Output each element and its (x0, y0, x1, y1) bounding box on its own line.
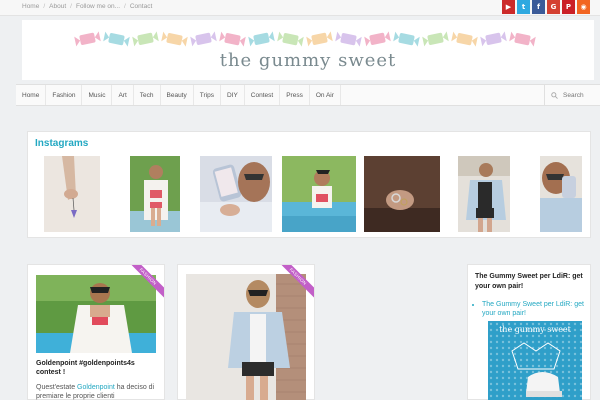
nav-item-contest[interactable]: Contest (245, 85, 281, 105)
twitter-icon[interactable]: t (517, 0, 530, 14)
youtube-icon[interactable]: ▶ (502, 0, 515, 14)
category-ribbon[interactable]: FASHION (280, 265, 314, 299)
nav-item-on-air[interactable]: On Air (310, 85, 341, 105)
instagram-photo[interactable] (540, 156, 582, 232)
separator: / (70, 3, 72, 10)
widget-image[interactable]: the gummy sweet (488, 321, 582, 400)
nav-item-trips[interactable]: Trips (194, 85, 221, 105)
top-bar: Home / About / Follow me on... / Contact… (0, 0, 600, 16)
rss-icon[interactable]: ◉ (577, 0, 590, 14)
sidebar-widget: The Gummy Sweet per LdiR: get your own p… (467, 264, 591, 400)
post-link[interactable]: Goldenpoint (77, 384, 115, 391)
google-plus-icon[interactable]: G (547, 0, 560, 14)
separator: / (124, 3, 126, 10)
search-icon[interactable] (551, 91, 558, 99)
main-nav: Home Fashion Music Art Tech Beauty Trips… (16, 84, 600, 106)
search-box (544, 85, 600, 105)
top-link-follow[interactable]: Follow me on... (76, 3, 120, 10)
top-link-home[interactable]: Home (22, 3, 39, 10)
nav-item-home[interactable]: Home (16, 85, 47, 105)
widget-title: The Gummy Sweet per LdiR: get your own p… (475, 273, 583, 291)
instagram-widget: Instagrams (27, 131, 591, 238)
post-card[interactable]: FASHION (177, 264, 315, 400)
pinterest-icon[interactable]: P (562, 0, 575, 14)
site-header: the gummy sweet (22, 20, 594, 80)
nav-item-press[interactable]: Press (280, 85, 310, 105)
instagram-photo[interactable] (282, 156, 356, 232)
post-title[interactable]: Goldenpoint #goldenpoints4s contest ! (36, 360, 158, 378)
instagram-photo[interactable] (458, 156, 510, 232)
nav-item-art[interactable]: Art (112, 85, 134, 105)
post-excerpt: Quest'estate Goldenpoint ha deciso di pr… (36, 383, 155, 400)
instagram-photo[interactable] (130, 156, 180, 232)
separator: / (43, 3, 46, 10)
post-card[interactable]: FASHION Goldenpoint #goldenpoints4s cont… (27, 264, 165, 400)
nav-item-diy[interactable]: DIY (221, 85, 245, 105)
search-input[interactable] (563, 91, 599, 99)
top-links: Home / About / Follow me on... / Contact (22, 3, 152, 10)
instagram-photo[interactable] (200, 156, 272, 232)
instagram-photo[interactable] (364, 156, 440, 232)
widget-image-caption: the gummy sweet (499, 325, 572, 334)
social-icons: ▶ t f G P ◉ (502, 0, 590, 14)
widget-link[interactable]: The Gummy Sweet per LdiR: get your own p… (482, 300, 586, 318)
facebook-icon[interactable]: f (532, 0, 545, 14)
instagram-photo[interactable] (44, 156, 100, 232)
top-link-about[interactable]: About (49, 3, 66, 10)
nav-item-music[interactable]: Music (82, 85, 113, 105)
nav-item-fashion[interactable]: Fashion (46, 85, 83, 105)
widget-link-list: The Gummy Sweet per LdiR: get your own p… (482, 300, 586, 318)
category-ribbon[interactable]: FASHION (130, 265, 164, 299)
site-logo[interactable]: the gummy sweet (22, 50, 594, 71)
nav-item-tech[interactable]: Tech (134, 85, 161, 105)
nav-item-beauty[interactable]: Beauty (161, 85, 194, 105)
instagram-title: Instagrams (35, 138, 89, 149)
top-link-contact[interactable]: Contact (130, 3, 152, 10)
candy-banner (74, 31, 536, 47)
